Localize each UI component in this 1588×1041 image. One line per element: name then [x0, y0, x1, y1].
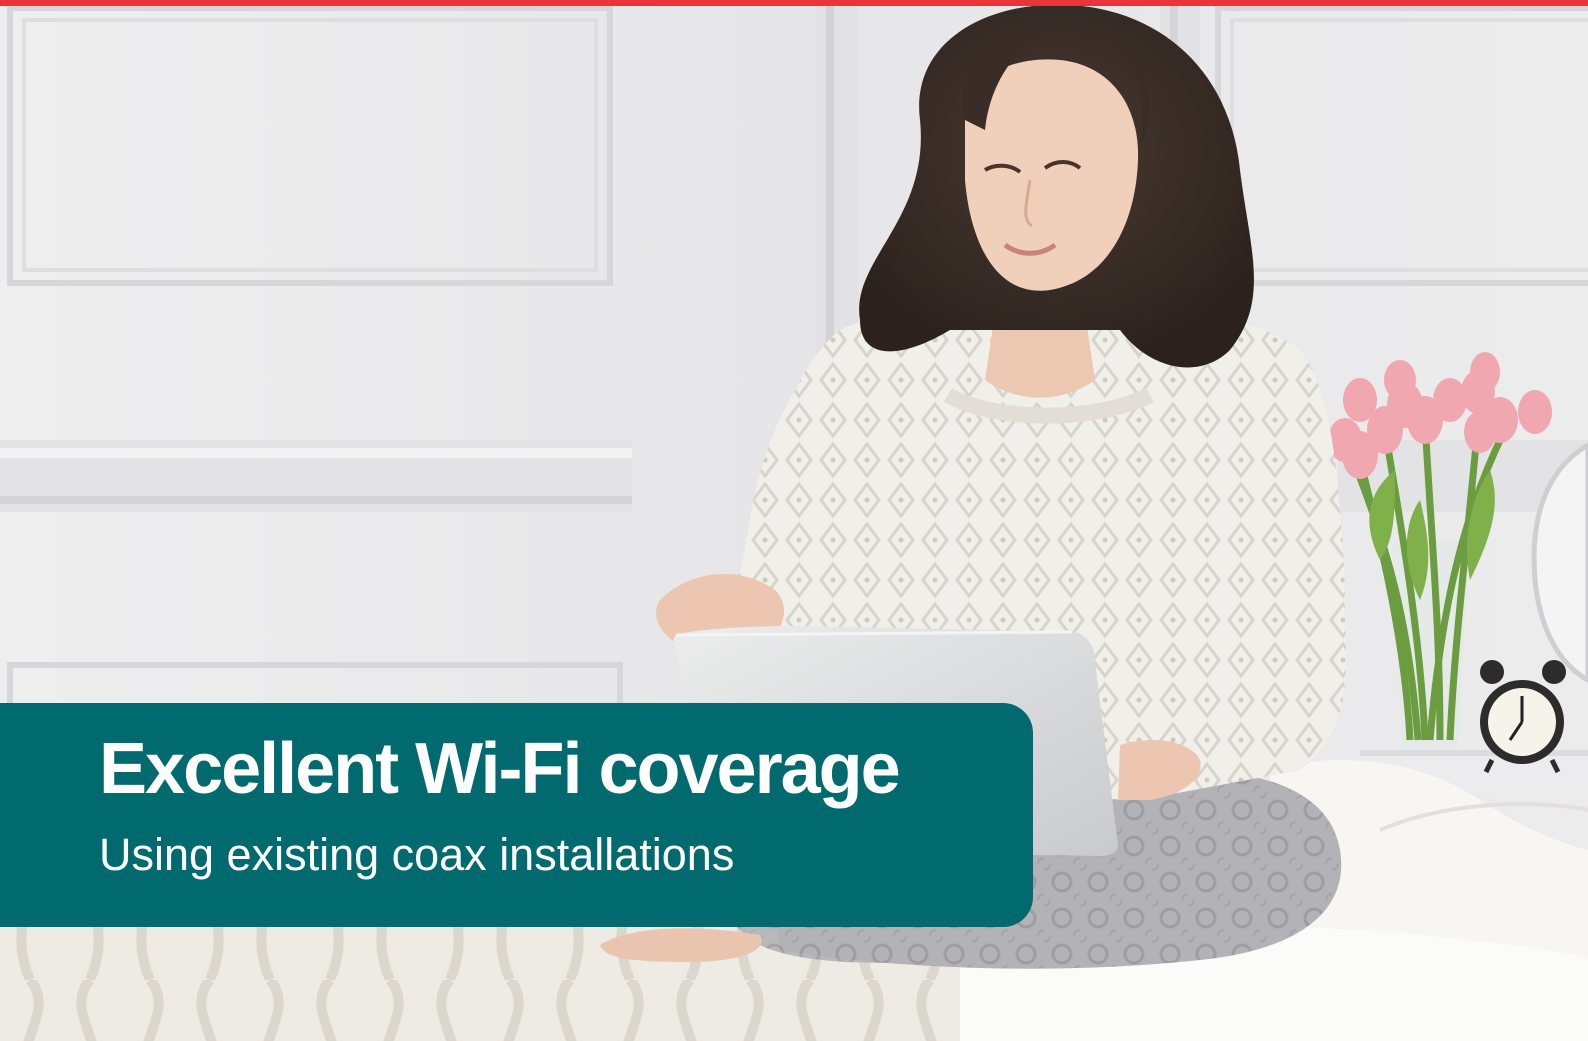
banner-title: Excellent Wi-Fi coverage — [99, 729, 901, 809]
top-accent-bar — [0, 0, 1588, 6]
banner-subtitle: Using existing coax installations — [99, 829, 735, 880]
headline-banner: Excellent Wi-Fi coverage Using existing … — [0, 703, 1033, 927]
hero-section: Excellent Wi-Fi coverage Using existing … — [0, 0, 1588, 1041]
